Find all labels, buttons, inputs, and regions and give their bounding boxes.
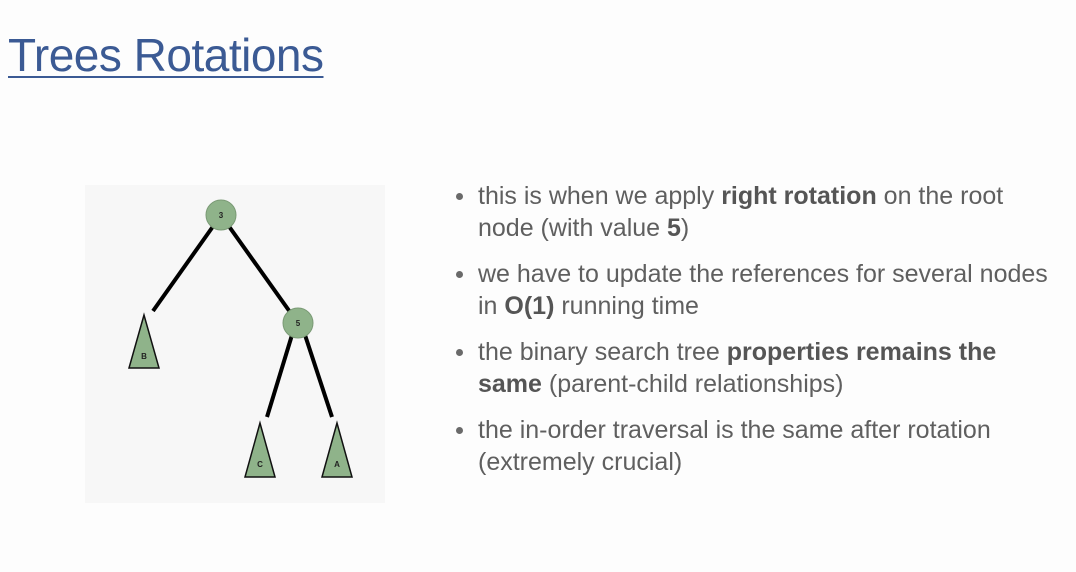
tree-svg: B C A 3 5 — [128, 199, 353, 478]
edge-3-5 — [226, 223, 292, 314]
bullet-dot — [456, 193, 463, 200]
bullet-item: we have to update the references for sev… — [456, 258, 1056, 322]
edge-5-C — [265, 334, 294, 418]
bullet-dot — [456, 349, 463, 356]
node-3-label: 3 — [219, 211, 224, 220]
bullet-item: this is when we apply right rotation on … — [456, 180, 1056, 244]
subtree-a-label: A — [334, 460, 340, 469]
bullet-dot — [456, 427, 463, 434]
edge-3-B — [151, 223, 216, 313]
subtree-c-label: C — [257, 460, 263, 469]
bullet-text: the in-order traversal is the same after… — [478, 416, 991, 476]
bullet-item: the in-order traversal is the same after… — [456, 414, 1056, 478]
bullet-dot — [456, 271, 463, 278]
bullet-text: we have to update the references for sev… — [478, 260, 1048, 320]
node-5-label: 5 — [296, 319, 301, 328]
edge-5-A — [303, 334, 334, 418]
bullet-text: this is when we apply right rotation on … — [478, 182, 1004, 242]
tree-diagram: B C A 3 5 — [85, 185, 385, 503]
slide-title: Trees Rotations — [8, 29, 324, 81]
subtree-b-label: B — [141, 352, 147, 361]
bullet-item: the binary search tree properties remain… — [456, 336, 1056, 400]
bullet-text: the binary search tree properties remain… — [478, 338, 997, 398]
bullet-list: this is when we apply right rotation on … — [456, 180, 1056, 492]
